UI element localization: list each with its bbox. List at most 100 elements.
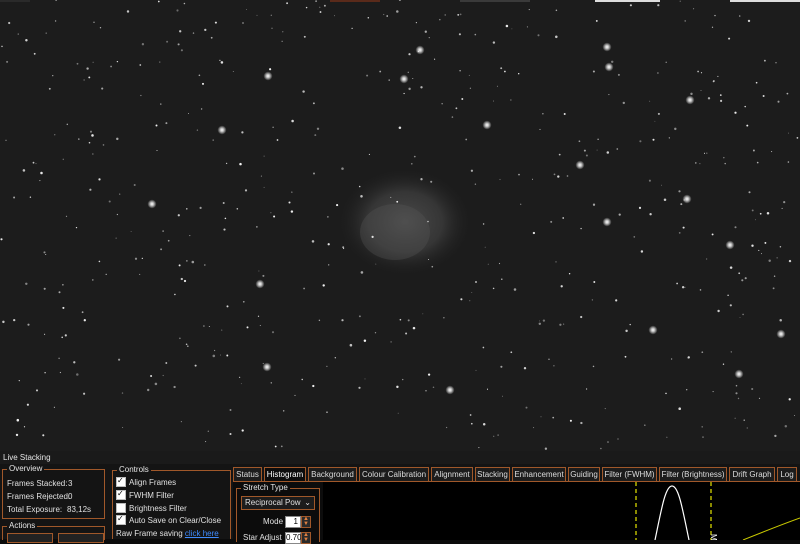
star	[219, 59, 221, 62]
star	[386, 15, 388, 17]
star	[167, 239, 170, 242]
star	[734, 417, 736, 419]
frames-rejected-value: 0	[68, 492, 73, 501]
star	[751, 244, 754, 247]
star	[403, 92, 405, 95]
star	[396, 10, 399, 13]
action-button-2[interactable]	[58, 533, 104, 543]
align-frames-option[interactable]: Align Frames	[116, 476, 176, 488]
mode-input[interactable]: 1	[285, 516, 301, 528]
star	[751, 387, 754, 391]
star	[665, 61, 667, 64]
star	[410, 162, 413, 165]
star	[229, 409, 232, 411]
star	[415, 22, 417, 24]
star	[725, 240, 735, 250]
star	[174, 293, 176, 296]
star	[478, 447, 480, 449]
tab-filter-fwhm[interactable]: Filter (FWHM)	[602, 467, 657, 481]
raw-frame-saving-link[interactable]: click here	[185, 529, 219, 538]
star	[717, 309, 720, 313]
star	[760, 253, 763, 255]
mode-stepper[interactable]: ▲ ▼	[301, 516, 311, 528]
action-button-1[interactable]	[7, 533, 53, 543]
star	[602, 42, 612, 52]
star	[649, 213, 652, 216]
star	[578, 140, 581, 143]
tab-histogram[interactable]: Histogram	[264, 467, 306, 481]
star	[35, 163, 37, 165]
star	[617, 438, 619, 440]
star	[396, 200, 399, 203]
star	[533, 427, 535, 429]
tab-drift-graph[interactable]: Drift Graph	[729, 467, 775, 481]
star	[122, 426, 124, 428]
star	[657, 4, 660, 7]
star	[678, 407, 681, 411]
star	[735, 392, 738, 395]
align-frames-checkbox[interactable]	[116, 476, 126, 487]
star	[76, 62, 79, 65]
tab-guiding[interactable]: Guiding	[568, 467, 600, 481]
tab-log[interactable]: Log	[777, 467, 797, 481]
star	[199, 206, 202, 209]
brightness-filter-checkbox[interactable]	[116, 503, 126, 513]
star	[794, 414, 795, 416]
star	[26, 403, 29, 406]
star	[687, 356, 690, 359]
star	[44, 371, 46, 374]
star	[188, 113, 189, 115]
star	[367, 16, 370, 19]
star	[118, 358, 121, 361]
tab-colour-calibration[interactable]: Colour Calibration	[359, 467, 429, 481]
star	[269, 68, 272, 71]
star-adjust-input[interactable]: 0.70	[285, 532, 302, 544]
star	[212, 139, 214, 141]
star	[45, 32, 47, 34]
tab-enhancement[interactable]: Enhancement	[512, 467, 566, 481]
tab-background[interactable]: Background	[308, 467, 357, 481]
star	[684, 20, 686, 22]
brightness-filter-option[interactable]: Brightness Filter	[116, 503, 187, 514]
stacked-image-view[interactable]	[0, 0, 800, 451]
star	[773, 275, 776, 277]
star	[32, 161, 35, 164]
star	[758, 397, 761, 400]
star	[674, 127, 677, 131]
star	[526, 26, 528, 28]
tab-filter-brightness[interactable]: Filter (Brightness)	[659, 467, 727, 481]
star	[451, 116, 454, 118]
star	[445, 426, 448, 429]
auto-save-checkbox[interactable]	[116, 514, 126, 525]
star	[592, 70, 595, 73]
star	[305, 6, 308, 9]
auto-save-option[interactable]: Auto Save on Clear/Close	[116, 514, 221, 526]
star	[23, 426, 26, 428]
tab-stacking[interactable]: Stacking	[475, 467, 510, 481]
star	[771, 151, 773, 153]
star	[13, 318, 16, 322]
histogram-graph[interactable]: Mi	[323, 482, 800, 540]
fwhm-filter-option[interactable]: FWHM Filter	[116, 489, 174, 501]
fwhm-filter-checkbox[interactable]	[116, 489, 126, 500]
star	[54, 20, 57, 22]
star-adjust-stepper[interactable]: ▲ ▼	[301, 532, 311, 544]
star	[162, 374, 164, 377]
star	[775, 62, 777, 64]
star	[586, 388, 588, 390]
star	[783, 200, 786, 204]
tab-alignment[interactable]: Alignment	[431, 467, 473, 481]
star	[341, 167, 344, 170]
tab-status[interactable]: Status	[233, 467, 262, 481]
star	[246, 326, 249, 329]
star	[204, 28, 207, 32]
stretch-type-select[interactable]: Reciprocal Pow ⌄	[241, 496, 315, 510]
star	[705, 258, 708, 260]
star	[159, 61, 161, 63]
star	[186, 260, 188, 262]
star	[764, 241, 767, 244]
star	[232, 71, 234, 72]
star	[62, 306, 65, 309]
star	[379, 70, 382, 73]
star	[786, 92, 789, 95]
